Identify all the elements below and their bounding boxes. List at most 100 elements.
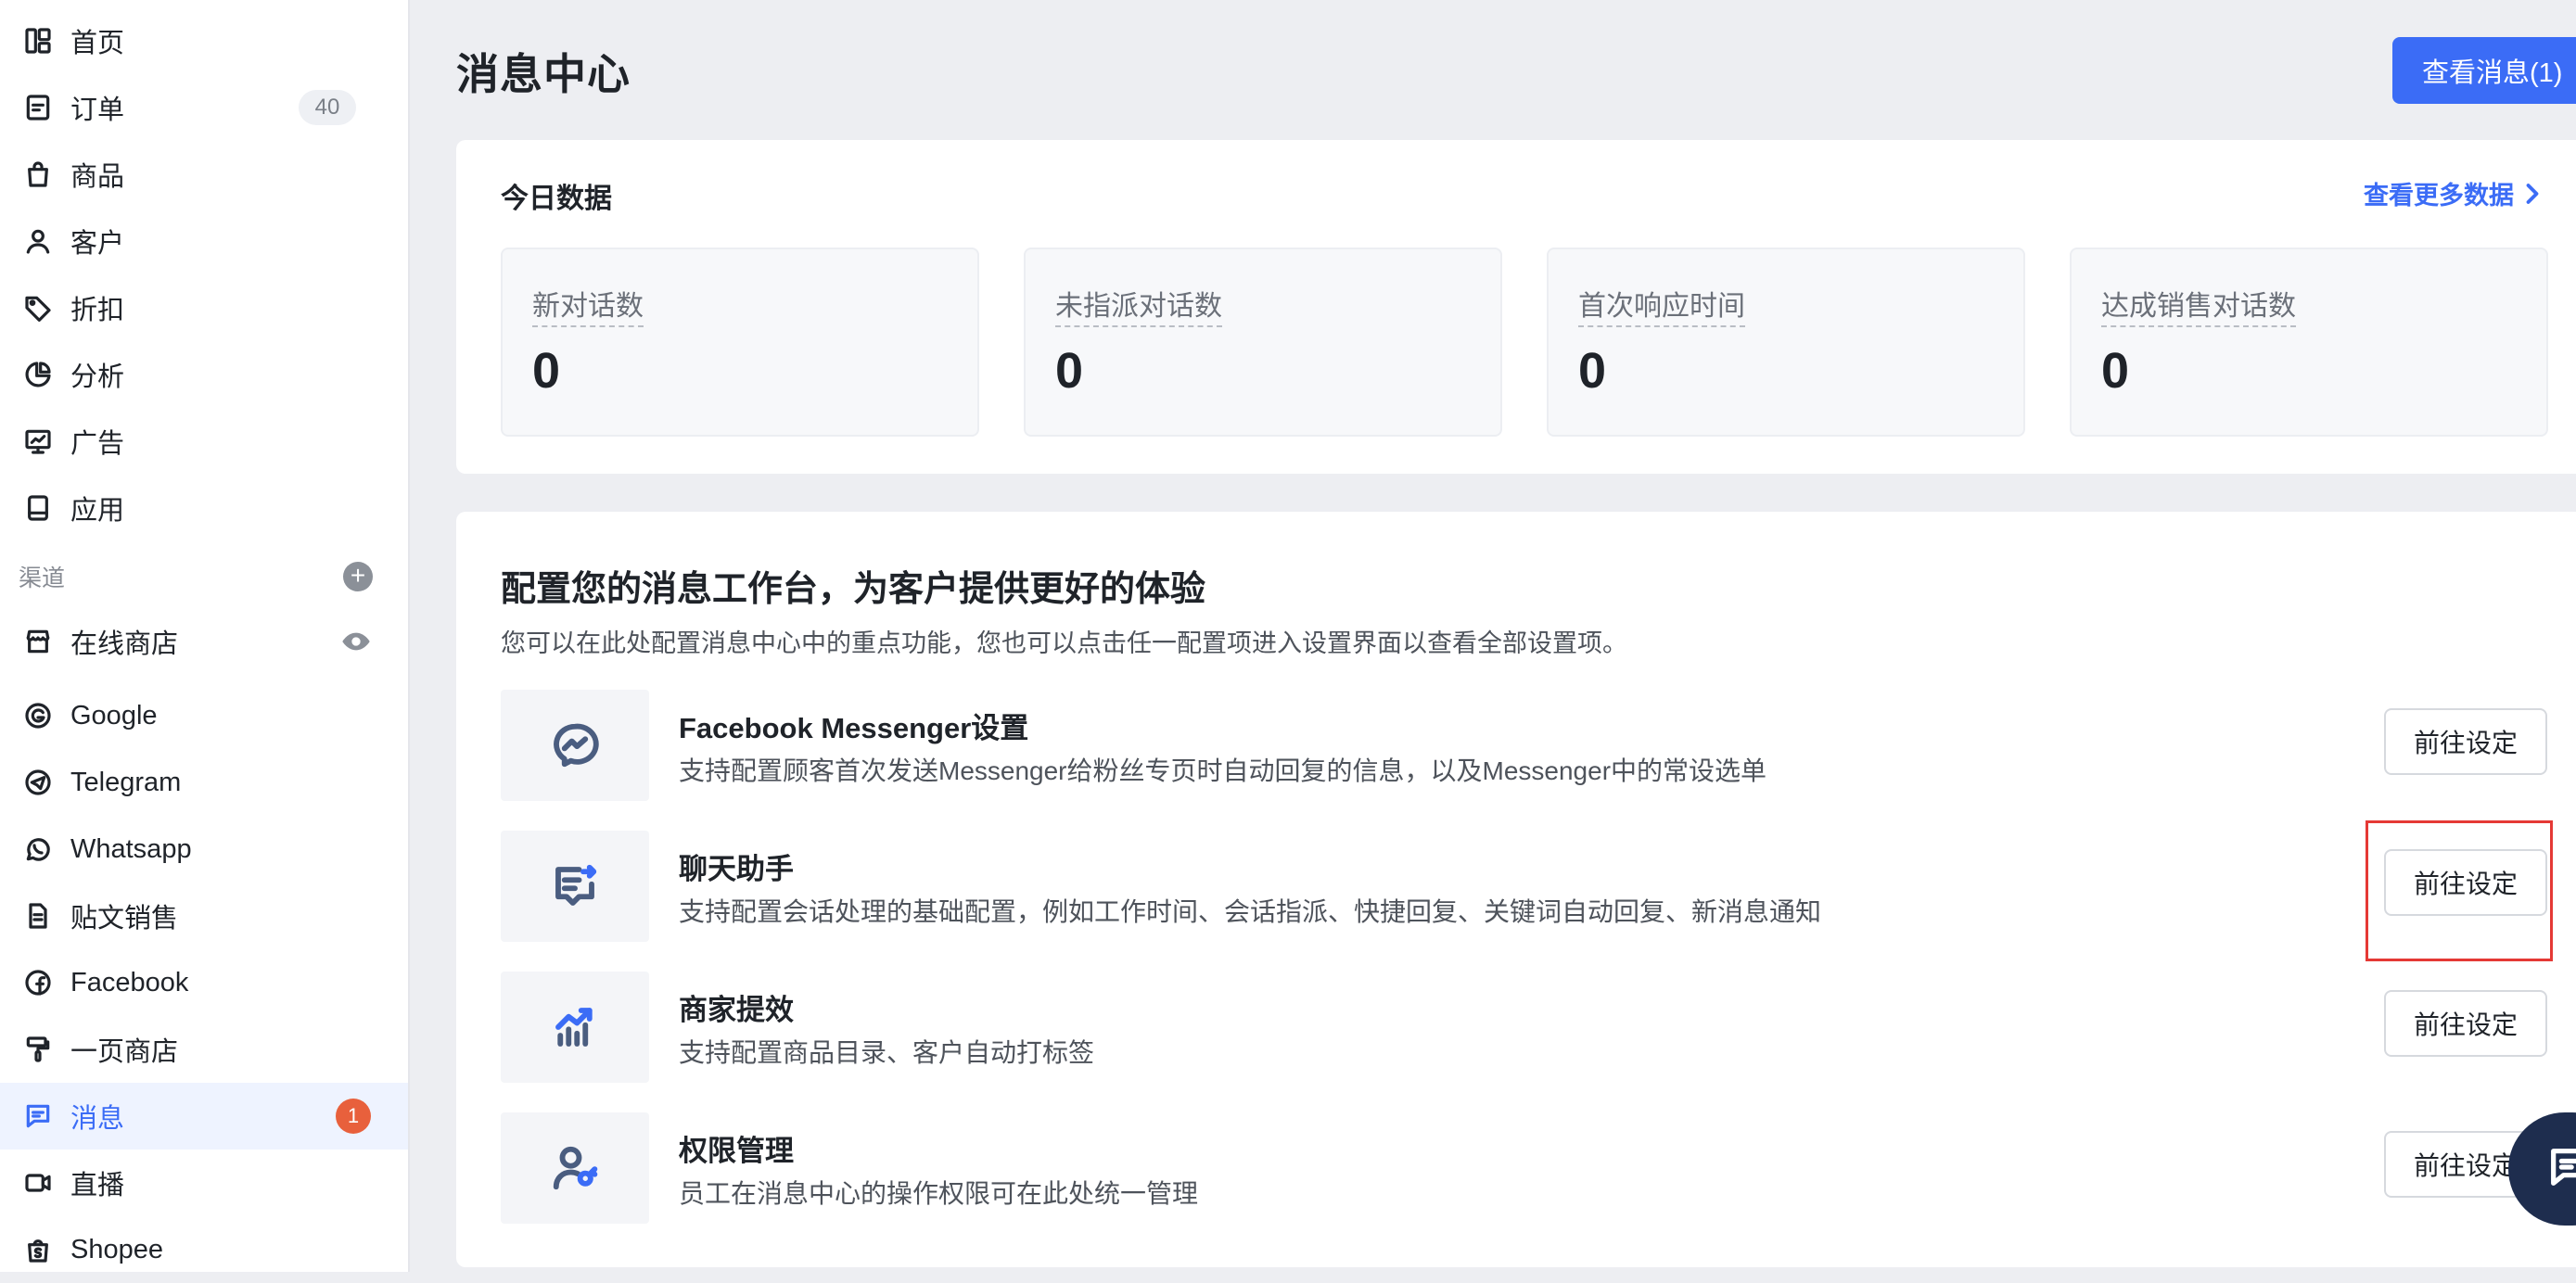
stat-label: 达成销售对话数 <box>2101 283 2296 327</box>
video-icon <box>22 1167 54 1199</box>
sidebar-item-shopee[interactable]: Shopee <box>0 1216 408 1283</box>
sidebar-item-label: 折扣 <box>70 296 125 325</box>
sidebar-item-label: Google <box>70 700 158 730</box>
sidebar-item-facebook[interactable]: Facebook <box>0 949 408 1016</box>
stat-card-unassigned: 未指派对话数 0 <box>1024 248 1502 437</box>
dashboard-icon <box>22 25 54 57</box>
sidebar-item-post-sales[interactable]: 贴文销售 <box>0 883 408 949</box>
message-count-badge: 1 <box>336 1099 371 1134</box>
google-icon <box>22 700 54 731</box>
sidebar-item-label: 消息 <box>70 1104 125 1134</box>
stat-label: 未指派对话数 <box>1055 283 1222 327</box>
sidebar-item-one-page-store[interactable]: 一页商店 <box>0 1016 408 1083</box>
sidebar-item-messages[interactable]: 消息 1 <box>0 1083 408 1150</box>
sidebar-item-label: 分析 <box>70 362 125 392</box>
config-item-desc: 员工在消息中心的操作权限可在此处统一管理 <box>679 1179 1199 1208</box>
store-icon <box>22 626 54 657</box>
page-title: 消息中心 <box>456 50 631 98</box>
chevron-right-icon <box>2526 183 2539 204</box>
sidebar-item-telegram[interactable]: Telegram <box>0 749 408 816</box>
messenger-icon <box>501 690 649 801</box>
config-item-name: Facebook Messenger设置 <box>679 712 1029 744</box>
sidebar-item-label: 首页 <box>70 29 125 58</box>
sidebar-item-home[interactable]: 首页 <box>0 7 408 74</box>
config-item-permissions: 权限管理 员工在消息中心的操作权限可在此处统一管理 前往设定 <box>501 1112 2576 1224</box>
sidebar-item-label: 一页商店 <box>70 1037 179 1067</box>
view-messages-button[interactable]: 查看消息(1) <box>2392 37 2576 104</box>
pie-chart-icon <box>22 359 54 390</box>
config-title: 配置您的消息工作台，为客户提供更好的体验 <box>501 570 1206 609</box>
stat-label: 新对话数 <box>532 283 644 327</box>
today-data-card: 今日数据 查看更多数据 新对话数 0 未指派对话数 0 首次响应时间 0 达成销… <box>456 140 2576 474</box>
today-data-title: 今日数据 <box>501 184 612 214</box>
stat-value: 0 <box>1055 343 1084 399</box>
telegram-icon <box>22 767 54 798</box>
sidebar-item-label: 商品 <box>70 162 125 192</box>
sidebar-item-online-store[interactable]: 在线商店 <box>0 608 408 675</box>
user-key-icon <box>501 1112 649 1224</box>
config-item-name: 商家提效 <box>679 994 794 1026</box>
sidebar: 首页 订单 40 商品 客户 折扣 分析 广告 应用 渠道 + 在线商店 Goo… <box>0 0 410 1272</box>
config-item-messenger: Facebook Messenger设置 支持配置顾客首次发送Messenger… <box>501 690 2576 801</box>
app-icon <box>22 492 54 524</box>
stat-card-sales-conversations: 达成销售对话数 0 <box>2070 248 2548 437</box>
sidebar-item-label: 在线商店 <box>70 629 179 659</box>
sidebar-item-apps[interactable]: 应用 <box>0 475 408 541</box>
goto-settings-button[interactable]: 前往设定 <box>2384 990 2547 1057</box>
stat-value: 0 <box>532 343 561 399</box>
config-item-chat-assistant: 聊天助手 支持配置会话处理的基础配置，例如工作时间、会话指派、快捷回复、关键词自… <box>501 831 2576 942</box>
sidebar-item-label: 客户 <box>70 229 125 259</box>
sidebar-item-products[interactable]: 商品 <box>0 141 408 208</box>
config-item-desc: 支持配置会话处理的基础配置，例如工作时间、会话指派、快捷回复、关键词自动回复、新… <box>679 897 1822 926</box>
config-card: 配置您的消息工作台，为客户提供更好的体验 您可以在此处配置消息中心中的重点功能，… <box>456 512 2576 1267</box>
sidebar-item-label: 贴文销售 <box>70 904 179 934</box>
stat-value: 0 <box>1578 343 1607 399</box>
sidebar-item-ads[interactable]: 广告 <box>0 408 408 475</box>
tag-icon <box>22 292 54 324</box>
sidebar-item-whatsapp[interactable]: Whatsapp <box>0 816 408 883</box>
brush-icon <box>22 1034 54 1065</box>
config-item-name: 聊天助手 <box>679 853 794 885</box>
goto-settings-button[interactable]: 前往设定 <box>2384 849 2547 916</box>
stat-value: 0 <box>2101 343 2130 399</box>
eye-icon[interactable] <box>339 625 373 658</box>
shopee-icon <box>22 1234 54 1265</box>
whatsapp-icon <box>22 833 54 865</box>
sidebar-item-orders[interactable]: 订单 40 <box>0 74 408 141</box>
bag-icon <box>22 159 54 190</box>
channels-section-label: 渠道 <box>19 565 66 591</box>
user-icon <box>22 225 54 257</box>
chat-icon <box>2545 1143 2576 1196</box>
sidebar-item-label: Facebook <box>70 967 189 997</box>
facebook-icon <box>22 967 54 998</box>
document-icon <box>22 900 54 932</box>
sidebar-item-label: 直播 <box>70 1171 125 1200</box>
growth-chart-icon <box>501 972 649 1083</box>
sidebar-item-label: Whatsapp <box>70 833 192 864</box>
config-item-name: 权限管理 <box>679 1135 794 1167</box>
sidebar-item-google[interactable]: Google <box>0 682 408 749</box>
stat-label: 首次响应时间 <box>1578 283 1745 327</box>
monitor-icon <box>22 426 54 457</box>
view-more-data-link[interactable]: 查看更多数据 <box>2364 175 2542 211</box>
config-item-desc: 支持配置顾客首次发送Messenger给粉丝专页时自动回复的信息，以及Messe… <box>679 756 1767 785</box>
message-icon <box>22 1100 54 1132</box>
sidebar-item-analytics[interactable]: 分析 <box>0 341 408 408</box>
sidebar-item-discounts[interactable]: 折扣 <box>0 274 408 341</box>
chat-assistant-icon <box>501 831 649 942</box>
sidebar-item-label: Shopee <box>70 1234 163 1264</box>
order-count-badge: 40 <box>299 90 356 125</box>
stat-card-first-response: 首次响应时间 0 <box>1547 248 2025 437</box>
stat-card-new-conversations: 新对话数 0 <box>501 248 979 437</box>
sidebar-item-label: Telegram <box>70 767 182 797</box>
sidebar-item-label: 订单 <box>70 95 125 125</box>
add-channel-icon[interactable]: + <box>343 562 373 591</box>
config-item-merchant-efficiency: 商家提效 支持配置商品目录、客户自动打标签 前往设定 <box>501 972 2576 1083</box>
sidebar-item-label: 应用 <box>70 496 125 526</box>
sidebar-item-live[interactable]: 直播 <box>0 1150 408 1216</box>
goto-settings-button[interactable]: 前往设定 <box>2384 708 2547 775</box>
config-description: 您可以在此处配置消息中心中的重点功能，您也可以点击任一配置项进入设置界面以查看全… <box>501 629 1627 657</box>
config-item-desc: 支持配置商品目录、客户自动打标签 <box>679 1038 1095 1067</box>
sidebar-item-customers[interactable]: 客户 <box>0 208 408 274</box>
sidebar-item-label: 广告 <box>70 429 125 459</box>
